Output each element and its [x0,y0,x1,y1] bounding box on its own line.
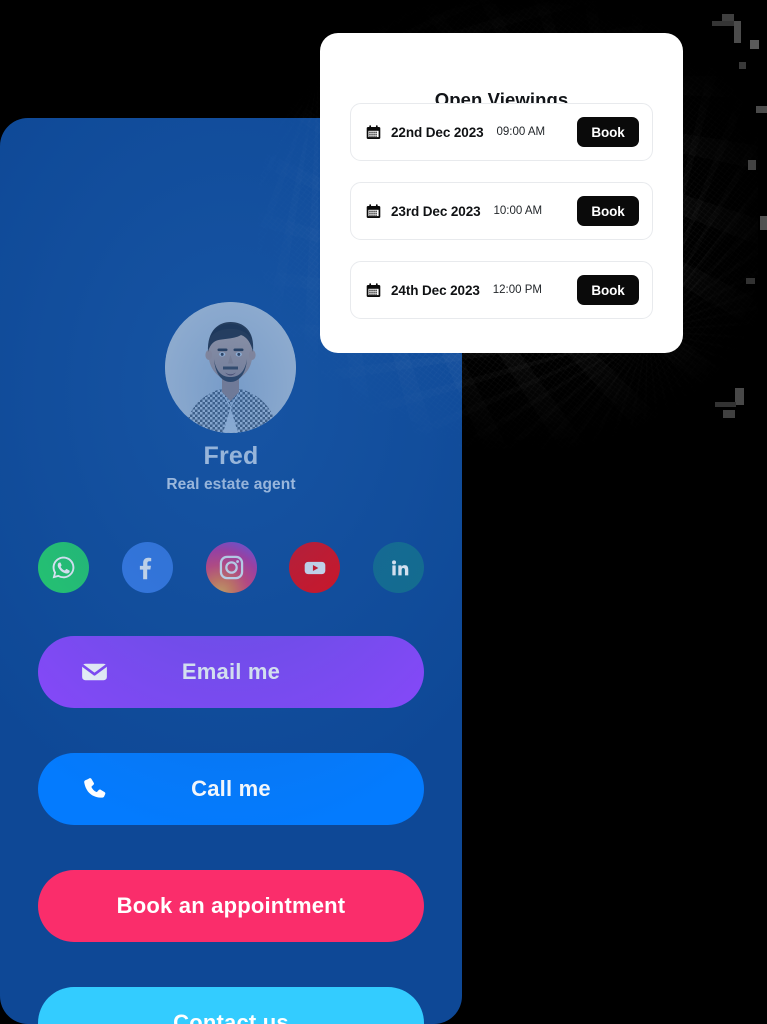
viewing-time: 12:00 PM [492,284,542,296]
call-me-button[interactable]: Call me [38,753,424,825]
open-viewings-card: Open Viewings 22nd Dec 2023 09:00 AM Boo… [320,33,683,353]
book-appointment-button[interactable]: Book an appointment [38,870,424,942]
viewings-list: 22nd Dec 2023 09:00 AM Book 23rd Dec 202… [350,103,653,319]
facebook-icon [132,553,162,583]
book-viewing-button[interactable]: Book [577,275,639,305]
viewing-row[interactable]: 23rd Dec 2023 10:00 AM Book [350,182,653,240]
email-me-label: Email me [181,659,281,684]
social-link-youtube[interactable] [289,542,341,593]
viewing-time: 10:00 AM [493,205,543,217]
book-viewing-button[interactable]: Book [577,196,639,226]
viewing-date: 22nd Dec 2023 [391,124,484,140]
social-link-whatsapp[interactable] [38,542,89,593]
screen: Fred Real estate agent Email me Call me … [0,0,767,1024]
avatar-image [165,302,296,433]
viewing-date: 23rd Dec 2023 [391,203,481,219]
call-me-label: Call me [191,776,271,801]
youtube-icon [300,553,330,583]
book-appointment-label: Book an appointment [116,893,346,918]
viewing-row[interactable]: 24th Dec 2023 12:00 PM Book [350,261,653,319]
envelope-icon [78,656,111,689]
agent-role: Real estate agent [166,476,296,493]
contact-us-label: Contact us [173,1010,289,1024]
shadow-artifacts [690,10,767,430]
social-links [38,542,424,593]
email-me-button[interactable]: Email me [38,636,424,708]
viewing-time: 09:00 AM [496,126,546,138]
phone-icon [78,773,111,806]
avatar [165,302,296,433]
calendar-icon [365,282,382,299]
contact-us-button[interactable]: Contact us [38,987,424,1024]
viewing-row[interactable]: 22nd Dec 2023 09:00 AM Book [350,103,653,161]
whatsapp-icon [49,553,78,582]
viewing-date: 24th Dec 2023 [391,282,480,298]
linkedin-icon [385,554,413,582]
book-viewing-button[interactable]: Book [577,117,639,147]
instagram-icon [218,554,245,581]
agent-name: Fred [203,442,259,470]
social-link-instagram[interactable] [205,542,257,593]
social-link-linkedin[interactable] [373,542,424,593]
calendar-icon [365,203,382,220]
calendar-icon [365,124,382,141]
social-link-facebook[interactable] [121,542,173,593]
